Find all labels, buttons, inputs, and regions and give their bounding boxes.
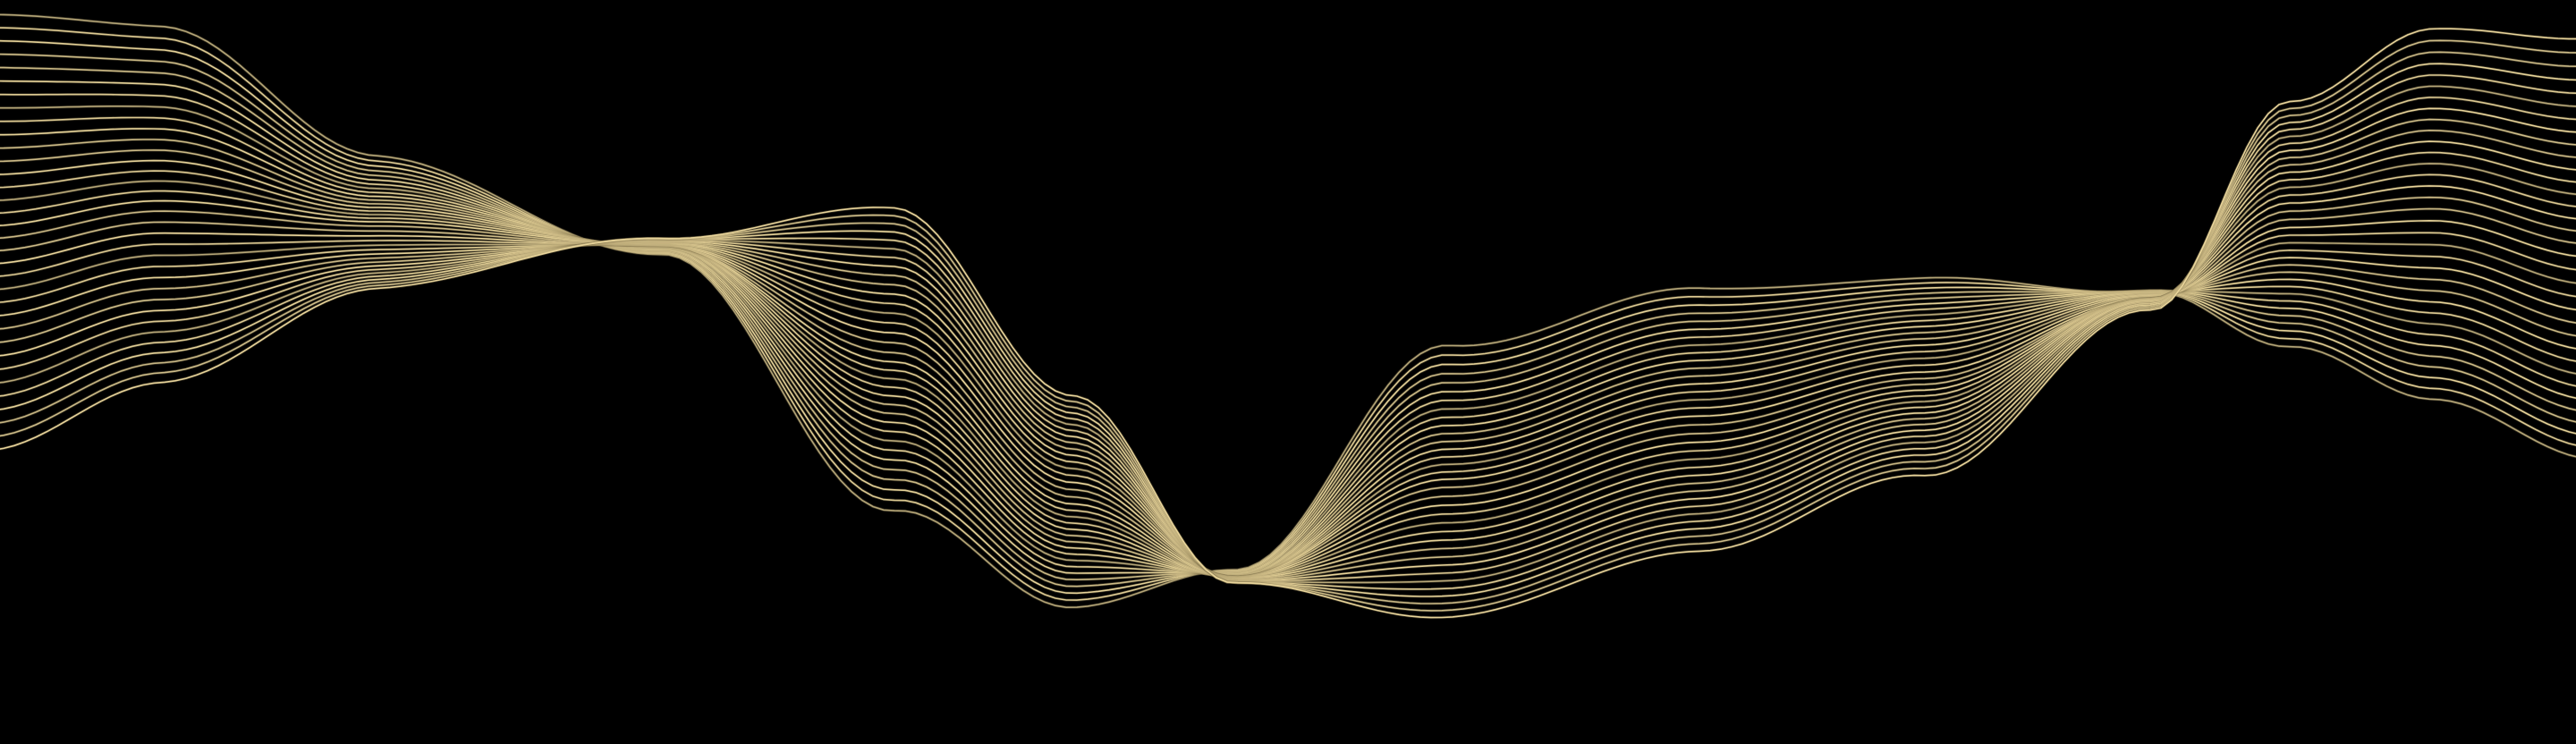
golden-wave-lines-artwork — [0, 0, 2576, 744]
background — [0, 0, 2576, 744]
